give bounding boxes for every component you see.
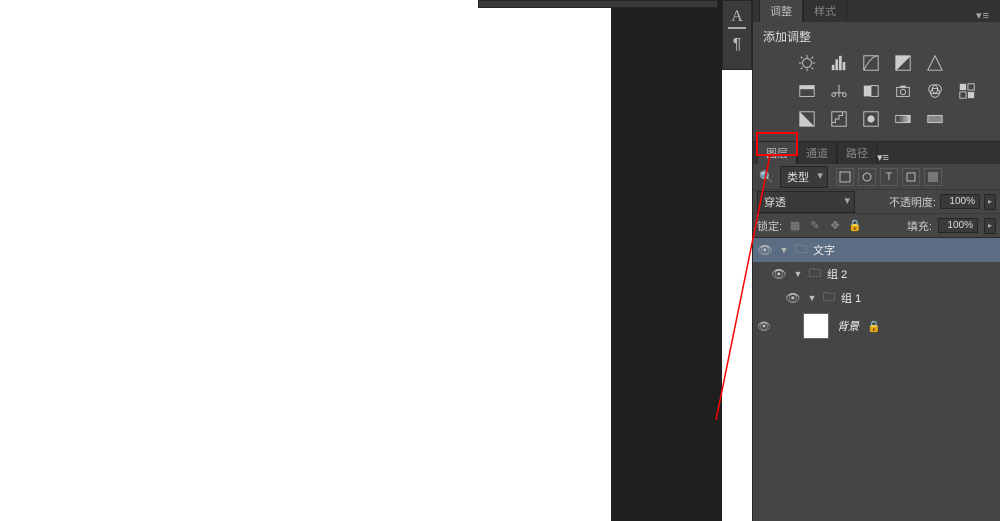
layer-row-background[interactable]: 👁 背景 🔒 (753, 310, 1000, 342)
color-lookup-icon[interactable] (957, 81, 977, 101)
fill-value[interactable]: 100% (938, 218, 978, 233)
opacity-dropdown-icon[interactable]: ▸ (984, 194, 996, 210)
visibility-toggle-icon[interactable]: 👁 (757, 243, 773, 257)
layer-row-group-2[interactable]: 👁 ▼ 🗀 组 2 (753, 262, 1000, 286)
fill-label: 填充: (907, 218, 932, 234)
tab-paths[interactable]: 路径 (837, 141, 877, 164)
opacity-value[interactable]: 100% (940, 194, 980, 209)
document-canvas[interactable] (0, 0, 611, 521)
lock-icon: 🔒 (867, 320, 881, 333)
adjustment-row-3 (797, 109, 990, 129)
right-panel-dock: 调整 样式 ▾≡ 添加调整 (752, 0, 1000, 521)
lock-fill-row: 锁定: ▦ ✎ ✥ 🔒 填充: 100% ▸ (753, 214, 1000, 238)
fill-dropdown-icon[interactable]: ▸ (984, 218, 996, 234)
blend-opacity-row: 穿透 不透明度: 100% ▸ (753, 190, 1000, 214)
pasteboard-area (611, 0, 722, 521)
filter-pixel-icon[interactable] (836, 168, 854, 186)
lock-position-icon[interactable]: ✥ (828, 219, 842, 232)
tab-adjustments[interactable]: 调整 (759, 0, 803, 22)
curves-icon[interactable] (861, 53, 881, 73)
layer-filter-kind-select[interactable]: 类型 (780, 166, 828, 188)
brightness-contrast-icon[interactable] (797, 53, 817, 73)
folder-icon: 🗀 (809, 264, 821, 285)
lock-label: 锁定: (757, 218, 782, 234)
adjustment-row-2 (797, 81, 990, 101)
lock-all-icon[interactable]: 🔒 (848, 219, 862, 232)
lock-transparent-icon[interactable]: ▦ (788, 219, 802, 232)
lock-pixels-icon[interactable]: ✎ (808, 219, 822, 232)
adjustment-row-1 (797, 53, 990, 73)
folder-icon: 🗀 (795, 240, 807, 261)
hue-saturation-icon[interactable] (797, 81, 817, 101)
selective-color-icon[interactable] (925, 109, 945, 129)
tab-channels[interactable]: 通道 (797, 141, 837, 164)
invert-icon[interactable] (797, 109, 817, 129)
visibility-toggle-icon[interactable]: 👁 (771, 267, 787, 281)
layer-name[interactable]: 组 1 (841, 290, 861, 306)
layers-tab-bar: 图层 通道 路径 ▾≡ (753, 142, 1000, 164)
layer-name[interactable]: 背景 (837, 318, 859, 334)
gradient-map-icon[interactable] (893, 109, 913, 129)
channel-mixer-icon[interactable] (925, 81, 945, 101)
add-adjustment-label: 添加调整 (763, 28, 990, 45)
threshold-icon[interactable] (861, 109, 881, 129)
character-panel-icon[interactable]: A (728, 5, 746, 29)
layer-filter-row: 🔍 类型 T (753, 164, 1000, 190)
layer-name[interactable]: 文字 (813, 242, 835, 258)
levels-icon[interactable] (829, 53, 849, 73)
folder-icon: 🗀 (823, 288, 835, 309)
adjustments-panel-body: 添加调整 (753, 22, 1000, 142)
blend-mode-select[interactable]: 穿透 (757, 191, 855, 213)
layer-thumbnail[interactable] (803, 313, 829, 339)
filter-type-icon[interactable]: T (880, 168, 898, 186)
filter-adjust-icon[interactable] (858, 168, 876, 186)
layer-name[interactable]: 组 2 (827, 266, 847, 282)
visibility-toggle-icon[interactable]: 👁 (757, 320, 773, 333)
panel-menu-icon[interactable]: ▾≡ (972, 9, 994, 22)
layer-row-text-group[interactable]: 👁 ▼ 🗀 文字 (753, 238, 1000, 262)
search-icon: 🔍 (757, 170, 776, 184)
collapsed-panel-strip: A ¶ (722, 0, 752, 70)
visibility-toggle-icon[interactable]: 👁 (785, 291, 801, 305)
expand-caret-icon[interactable]: ▼ (807, 293, 817, 303)
layer-list: 👁 ▼ 🗀 文字 👁 ▼ 🗀 组 2 👁 ▼ 🗀 组 1 👁 背景 🔒 (753, 238, 1000, 342)
filter-shape-icon[interactable] (902, 168, 920, 186)
filter-smart-icon[interactable] (924, 168, 942, 186)
options-bar-fragment (478, 0, 718, 8)
color-balance-icon[interactable] (829, 81, 849, 101)
layers-panel-menu-icon[interactable]: ▾≡ (877, 151, 889, 164)
black-white-icon[interactable] (861, 81, 881, 101)
exposure-icon[interactable] (893, 53, 913, 73)
tab-styles[interactable]: 样式 (803, 0, 847, 22)
expand-caret-icon[interactable]: ▼ (793, 269, 803, 279)
paragraph-panel-icon[interactable]: ¶ (724, 33, 750, 57)
posterize-icon[interactable] (829, 109, 849, 129)
layer-row-group-1[interactable]: 👁 ▼ 🗀 组 1 (753, 286, 1000, 310)
adjustments-tab-bar: 调整 样式 ▾≡ (753, 0, 1000, 22)
tab-layers[interactable]: 图层 (757, 141, 797, 164)
vibrance-icon[interactable] (925, 53, 945, 73)
expand-caret-icon[interactable]: ▼ (779, 245, 789, 255)
photo-filter-icon[interactable] (893, 81, 913, 101)
opacity-label: 不透明度: (889, 194, 936, 210)
